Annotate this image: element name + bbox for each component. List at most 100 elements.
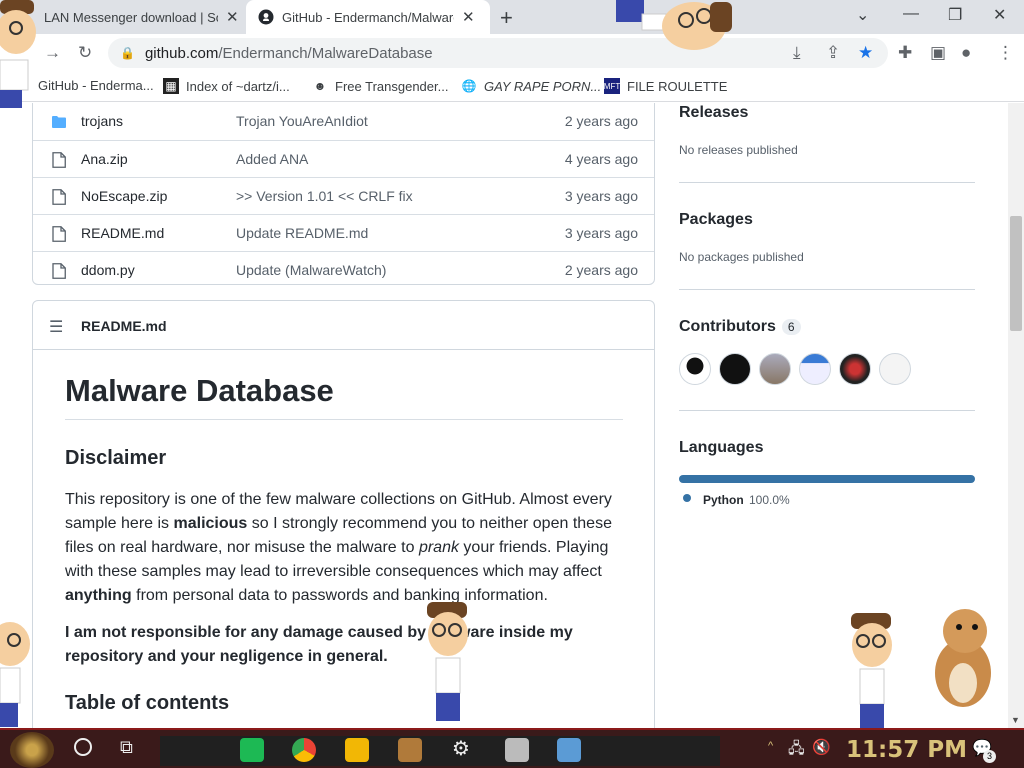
bookmark-github[interactable]: GitHub - Enderma... [38, 78, 154, 93]
close-window-button[interactable]: ✕ [993, 5, 1006, 25]
extensions-icon[interactable]: ✚ [898, 43, 912, 63]
close-icon[interactable]: ✕ [462, 8, 475, 26]
bookmark-star-icon[interactable]: ★ [858, 43, 873, 63]
hank-character-image [0, 0, 36, 108]
minimize-button[interactable]: — [903, 5, 919, 23]
browser-toolbar: → ↻ 🔒 github.com/Endermanch/MalwareDatab… [0, 34, 1024, 72]
avatar[interactable] [759, 353, 791, 385]
commit-age: 4 years ago [564, 151, 638, 167]
commit-message[interactable]: Update README.md [236, 225, 368, 241]
file-name[interactable]: NoEscape.zip [81, 188, 167, 204]
file-row[interactable]: README.md Update README.md 3 years ago [33, 214, 654, 251]
side-panel-icon[interactable]: ▣ [930, 43, 946, 63]
scrollbar-thumb[interactable] [1010, 216, 1022, 331]
avatar[interactable] [799, 353, 831, 385]
tab-lan-messenger[interactable]: LAN Messenger download | So ✕ [22, 0, 247, 34]
file-name[interactable]: Ana.zip [81, 151, 128, 167]
profile-icon[interactable]: ● [961, 43, 971, 63]
avatar[interactable] [679, 353, 711, 385]
responsibility-paragraph: I am not responsible for any damage caus… [65, 624, 573, 666]
divider [679, 289, 975, 290]
file-name[interactable]: README.md [81, 225, 164, 241]
file-row[interactable]: ddom.py Update (MalwareWatch) 2 years ag… [33, 251, 654, 288]
address-bar[interactable]: 🔒 github.com/Endermanch/MalwareDatabase [108, 38, 888, 68]
commit-age: 3 years ago [564, 225, 638, 241]
file-name[interactable]: ddom.py [81, 262, 135, 278]
avatar[interactable] [719, 353, 751, 385]
readme-title: Malware Database [65, 372, 623, 421]
packages-heading[interactable]: Packages [679, 211, 753, 229]
close-icon[interactable]: ✕ [226, 8, 239, 26]
search-icon[interactable] [74, 738, 92, 756]
spotify-app-icon[interactable] [240, 738, 264, 762]
avatar[interactable] [839, 353, 871, 385]
chrome-app-icon[interactable] [292, 738, 316, 762]
file-roulette-icon: MFT [604, 78, 620, 94]
page-scrollbar[interactable]: ▼ [1008, 103, 1024, 728]
file-icon [52, 263, 66, 279]
hamster-image [935, 609, 991, 707]
file-row[interactable]: Ana.zip Added ANA 4 years ago [33, 140, 654, 177]
app-icon[interactable] [505, 738, 529, 762]
tab-search-icon[interactable]: ⌄ [856, 5, 869, 25]
tab-strip: LAN Messenger download | So ✕ GitHub - E… [0, 0, 1024, 34]
restore-button[interactable]: ❐ [948, 5, 962, 25]
chevron-up-icon[interactable]: ^ [768, 740, 773, 752]
commit-message[interactable]: Update (MalwareWatch) [236, 262, 386, 278]
commit-message[interactable]: >> Version 1.01 << CRLF fix [236, 188, 413, 204]
language-name[interactable]: Python [703, 493, 744, 507]
share-icon[interactable]: ⇪ [826, 43, 840, 63]
task-view-icon[interactable]: ⧉ [120, 737, 133, 758]
bookmark-file-roulette[interactable]: MFT FILE ROULETTE [604, 78, 727, 94]
folder-icon [52, 116, 66, 128]
app-icon[interactable] [557, 738, 581, 762]
scroll-down-icon[interactable]: ▼ [1011, 715, 1020, 725]
language-bar [679, 475, 975, 483]
packages-text: No packages published [679, 250, 804, 264]
start-button[interactable] [10, 732, 54, 768]
file-name[interactable]: trojans [81, 113, 123, 129]
file-row[interactable]: trojans Trojan YouAreAnIdiot 2 years ago [33, 103, 654, 140]
commit-age: 3 years ago [564, 188, 638, 204]
bookmark-free-transgender[interactable]: ☻ Free Transgender... [312, 78, 449, 94]
language-percent: 100.0% [749, 493, 790, 507]
network-icon[interactable]: 🖧 [788, 738, 805, 763]
file-list: trojans Trojan YouAreAnIdiot 2 years ago… [32, 103, 655, 285]
url-domain: github.com [144, 44, 219, 62]
bookmark-label: GitHub - Enderma... [38, 78, 154, 93]
file-row[interactable]: NoEscape.zip >> Version 1.01 << CRLF fix… [33, 177, 654, 214]
releases-heading[interactable]: Releases [679, 104, 748, 122]
menu-icon[interactable]: ⋮ [997, 43, 1014, 63]
forward-icon[interactable]: → [44, 43, 61, 63]
globe-icon: 🌐 [461, 79, 477, 93]
avatar[interactable] [879, 353, 911, 385]
new-tab-button[interactable]: + [500, 5, 513, 31]
languages-heading: Languages [679, 439, 764, 456]
divider [679, 182, 975, 183]
file-icon [52, 152, 66, 168]
hank-character-image [616, 0, 732, 50]
site-icon: ☻ [313, 79, 327, 93]
app-icon[interactable] [398, 738, 422, 762]
file-explorer-app-icon[interactable] [345, 738, 369, 762]
clock[interactable]: 11:57 PM [846, 737, 967, 763]
github-icon [258, 9, 274, 25]
hank-character-image [427, 602, 468, 721]
bookmark-gay-rape[interactable]: 🌐 GAY RAPE PORN... [461, 78, 602, 94]
list-icon[interactable]: ☰ [49, 317, 63, 337]
disclaimer-heading: Disclaimer [65, 447, 167, 470]
contributors-heading[interactable]: Contributors 6 [679, 318, 801, 336]
divider [679, 410, 975, 411]
taskbar: ⧉ ⚙ ^ 🖧 🔇 11:57 PM 💬 3 [0, 728, 1024, 768]
install-icon[interactable]: ⤓ [793, 43, 801, 63]
tab-github[interactable]: GitHub - Endermanch/Malware ✕ [246, 0, 490, 34]
bookmark-label: Index of ~dartz/i... [186, 78, 290, 94]
settings-app-icon[interactable]: ⚙ [452, 736, 470, 761]
commit-message[interactable]: Trojan YouAreAnIdiot [236, 113, 368, 129]
volume-muted-icon[interactable]: 🔇 [812, 738, 831, 756]
commit-age: 2 years ago [564, 262, 638, 278]
reload-icon[interactable]: ↻ [78, 43, 92, 63]
bookmark-index-dartz[interactable]: ▦ Index of ~dartz/i... [163, 78, 290, 94]
bookmark-label: GAY RAPE PORN... [484, 78, 602, 94]
commit-message[interactable]: Added ANA [236, 151, 308, 167]
